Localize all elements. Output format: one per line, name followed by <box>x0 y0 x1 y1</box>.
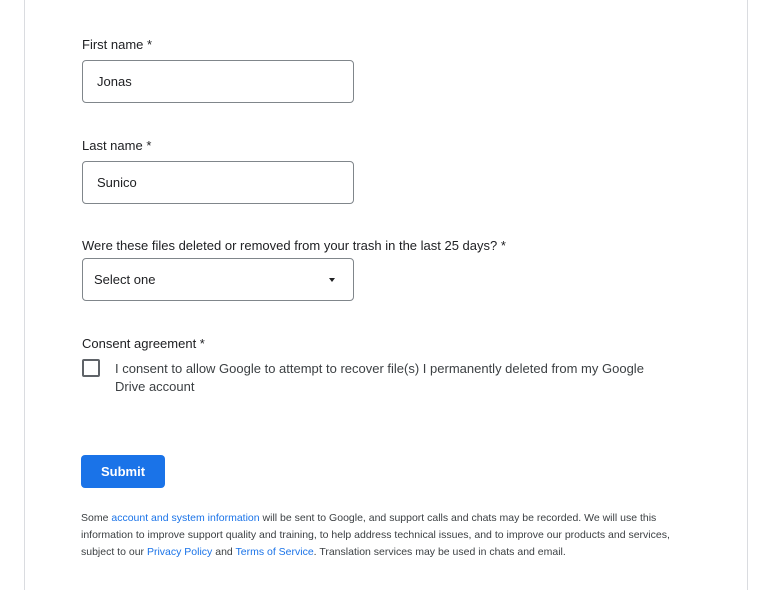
dropdown-arrow-icon <box>329 278 335 282</box>
last-name-label: Last name * <box>82 138 152 153</box>
submit-button[interactable]: Submit <box>81 455 165 488</box>
footer-text-4: . Translation services may be used in ch… <box>313 546 566 558</box>
terms-of-service-link[interactable]: Terms of Service <box>235 546 313 558</box>
account-info-link[interactable]: account and system information <box>111 512 259 524</box>
select-value: Select one <box>94 272 156 287</box>
footer-text-1: Some <box>81 512 112 524</box>
deleted-question-label: Were these files deleted or removed from… <box>82 238 506 253</box>
privacy-policy-link[interactable]: Privacy Policy <box>147 546 212 558</box>
consent-text: I consent to allow Google to attempt to … <box>115 361 644 394</box>
consent-checkbox[interactable] <box>82 359 100 377</box>
deleted-question-select[interactable]: Select one <box>82 258 354 301</box>
footer-text-3: and <box>212 546 236 558</box>
footer-disclaimer: Some account and system information will… <box>81 510 701 561</box>
consent-label: Consent agreement * <box>82 336 205 351</box>
first-name-input[interactable] <box>82 60 354 103</box>
first-name-label: First name * <box>82 37 153 52</box>
last-name-input[interactable] <box>82 161 354 204</box>
